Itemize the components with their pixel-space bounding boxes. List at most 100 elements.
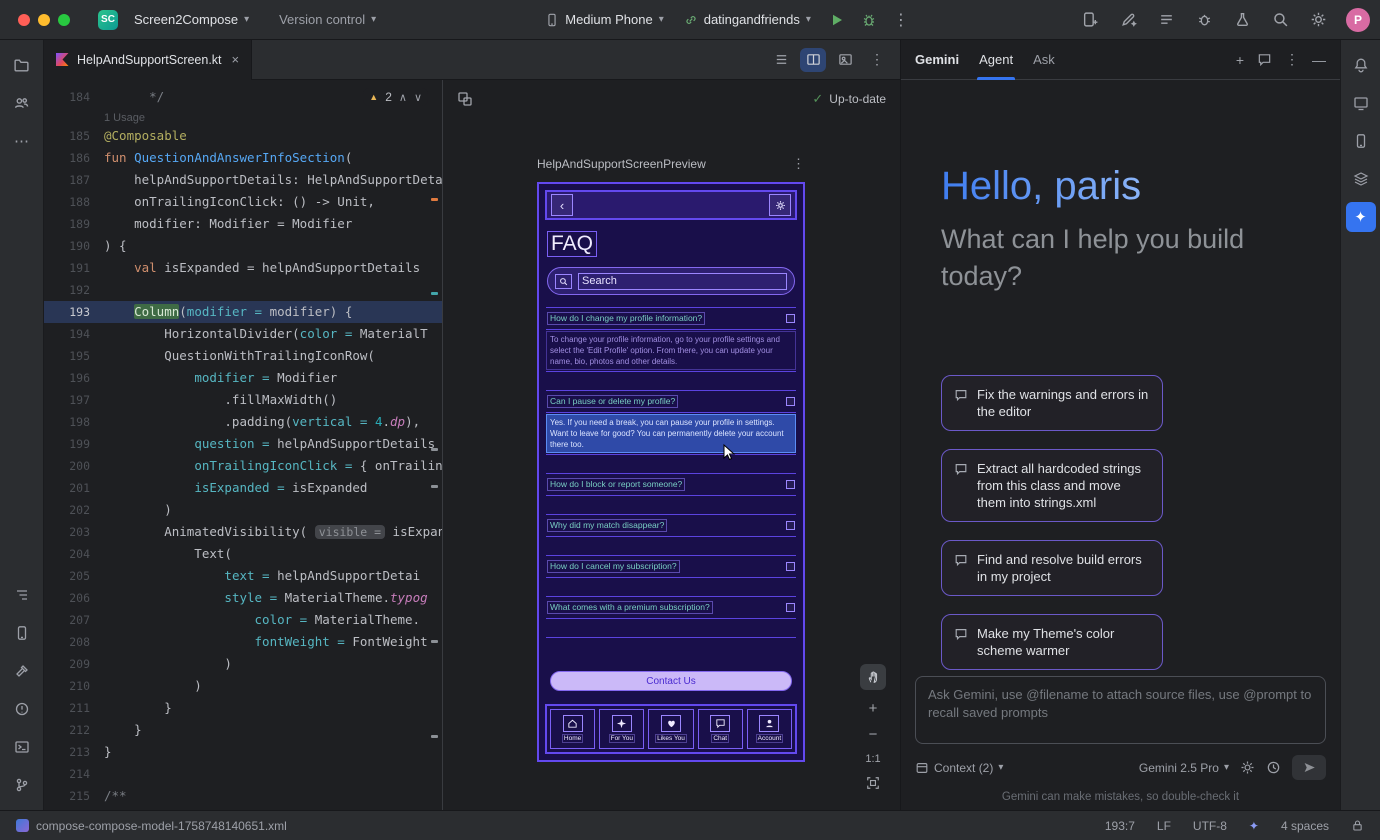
collaboration-tool-button[interactable] <box>7 88 37 118</box>
line-number: 186 <box>44 147 104 169</box>
close-window-button[interactable] <box>18 14 30 26</box>
design-view-button[interactable] <box>832 48 858 72</box>
split-view-button[interactable] <box>800 48 826 72</box>
zoom-in-button[interactable]: + <box>869 701 878 716</box>
close-tab-icon[interactable]: × <box>232 52 240 67</box>
search-everywhere-button[interactable] <box>1266 6 1294 34</box>
line-number: 214 <box>44 763 104 785</box>
problems-tool-button[interactable] <box>7 694 37 724</box>
faq-question-text: How do I cancel my subscription? <box>547 560 680 573</box>
tab-ask[interactable]: Ask <box>1033 40 1055 80</box>
gemini-settings-button[interactable] <box>1240 760 1255 775</box>
editor-more-button[interactable]: ⋮ <box>864 48 890 72</box>
settings-button[interactable] <box>1304 6 1332 34</box>
structure-tool-button[interactable] <box>7 580 37 610</box>
readonly-lock-button[interactable] <box>1351 819 1364 832</box>
zoom-ratio-button[interactable]: 1:1 <box>865 753 880 765</box>
suggestion-text: Find and resolve build errors in my proj… <box>977 551 1150 585</box>
version-control-label: Version control <box>279 12 365 27</box>
suggestion-card[interactable]: Fix the warnings and errors in the edito… <box>941 375 1163 431</box>
todo-button[interactable] <box>1152 6 1180 34</box>
terminal-tool-button[interactable] <box>7 732 37 762</box>
minimize-window-button[interactable] <box>38 14 50 26</box>
running-devices-button[interactable] <box>1076 6 1104 34</box>
code-line: 196 modifier = Modifier <box>44 367 442 389</box>
resource-manager-tool-button[interactable] <box>1346 164 1376 194</box>
indent-widget[interactable]: 4 spaces <box>1281 819 1329 833</box>
inspections-widget[interactable]: ▲ 2 ∧ ∨ <box>363 88 428 106</box>
preview-title-row: HelpAndSupportScreenPreview ⋮ <box>537 156 805 172</box>
chevron-down-icon: ▾ <box>998 763 1003 773</box>
encoding-widget[interactable]: UTF-8 <box>1193 819 1227 833</box>
chat-history-button[interactable] <box>1257 52 1272 67</box>
code-text: text = helpAndSupportDetai <box>104 565 420 587</box>
faq-answer-text: To change your profile information, go t… <box>546 331 796 370</box>
search-placeholder: Search <box>578 273 787 290</box>
build-tool-button[interactable] <box>7 656 37 686</box>
zoom-to-fit-button[interactable] <box>866 776 880 790</box>
fullscreen-window-button[interactable] <box>58 14 70 26</box>
gear-icon <box>1310 11 1327 28</box>
usage-inlay-hint[interactable]: 1 Usage <box>44 108 442 125</box>
gemini-more-button[interactable]: ⋮ <box>1285 51 1299 68</box>
gemini-subtitle: What can I help you build today? <box>941 221 1281 295</box>
gemini-prompt-input[interactable] <box>928 686 1313 734</box>
run-button[interactable] <box>823 6 851 34</box>
code-editor[interactable]: 184 */1 Usage185@Composable186fun Questi… <box>44 80 443 810</box>
gemini-actions-button[interactable] <box>1114 6 1142 34</box>
phone-top-app-bar: ‹ <box>545 190 797 220</box>
line-ending-widget[interactable]: LF <box>1157 819 1171 833</box>
context-selector[interactable]: Context (2) ▾ <box>915 761 1003 775</box>
version-control-selector[interactable]: Version control ▾ <box>271 7 384 32</box>
tab-agent[interactable]: Agent <box>979 40 1013 80</box>
device-selector[interactable]: Medium Phone ▾ <box>537 7 671 32</box>
code-line: 212 } <box>44 719 442 741</box>
more-actions-button[interactable]: ⋮ <box>887 6 915 34</box>
project-tool-button[interactable] <box>7 50 37 80</box>
device-explorer-tool-button[interactable] <box>7 618 37 648</box>
run-configuration-selector[interactable]: datingandfriends ▾ <box>676 7 819 32</box>
device-manager-tool-button[interactable] <box>1346 126 1376 156</box>
preview-more-button[interactable]: ⋮ <box>792 156 805 172</box>
device-mirror-icon <box>1353 95 1369 111</box>
pan-button[interactable] <box>860 664 886 690</box>
list-icon <box>1158 11 1175 28</box>
suggestion-card[interactable]: Find and resolve build errors in my proj… <box>941 540 1163 596</box>
new-chat-button[interactable]: + <box>1236 52 1244 68</box>
gemini-status-icon[interactable]: ✦ <box>1249 819 1259 833</box>
prompt-history-button[interactable] <box>1266 760 1281 775</box>
gemini-input-box[interactable] <box>915 676 1326 744</box>
send-button[interactable] <box>1292 755 1326 780</box>
status-bar: compose-compose-model-1758748140651.xml … <box>0 810 1380 840</box>
code-line: 186fun QuestionAndAnswerInfoSection( <box>44 147 442 169</box>
layers-icon <box>1353 171 1369 187</box>
line-number: 185 <box>44 125 104 147</box>
caret-position-widget[interactable]: 193:7 <box>1105 819 1135 833</box>
preview-build-status[interactable]: ✓ Up-to-date <box>812 91 886 107</box>
code-view-button[interactable] <box>768 48 794 72</box>
expand-toggle-icon <box>786 314 795 323</box>
code-text: ) <box>104 675 202 697</box>
model-selector[interactable]: Gemini 2.5 Pro ▾ <box>1139 761 1229 775</box>
previous-problem-icon[interactable]: ∧ <box>399 91 407 104</box>
ui-check-button[interactable] <box>457 91 473 107</box>
app-insights-button[interactable] <box>1190 6 1218 34</box>
suggestion-card[interactable]: Make my Theme's color scheme warmer <box>941 614 1163 670</box>
notifications-button[interactable] <box>1346 50 1376 80</box>
more-tool-windows-button[interactable]: ⋯ <box>7 126 37 156</box>
suggestion-card[interactable]: Extract all hardcoded strings from this … <box>941 449 1163 522</box>
zoom-out-button[interactable]: − <box>869 727 878 742</box>
debug-button[interactable] <box>855 6 883 34</box>
editor-tab-active[interactable]: HelpAndSupportScreen.kt × <box>44 40 252 80</box>
running-devices-tool-button[interactable] <box>1346 88 1376 118</box>
next-problem-icon[interactable]: ∨ <box>414 91 422 104</box>
nav-item-star: For You <box>599 709 644 749</box>
code-text: .fillMaxWidth() <box>104 389 337 411</box>
gemini-tool-button[interactable]: ✦ <box>1346 202 1376 232</box>
profiler-button[interactable] <box>1228 6 1256 34</box>
hide-panel-button[interactable]: — <box>1312 52 1326 68</box>
faq-question-row: How do I block or report someone? <box>545 474 797 495</box>
version-control-tool-button[interactable] <box>7 770 37 800</box>
project-selector[interactable]: Screen2Compose ▾ <box>126 7 257 32</box>
user-avatar[interactable]: P <box>1346 8 1370 32</box>
